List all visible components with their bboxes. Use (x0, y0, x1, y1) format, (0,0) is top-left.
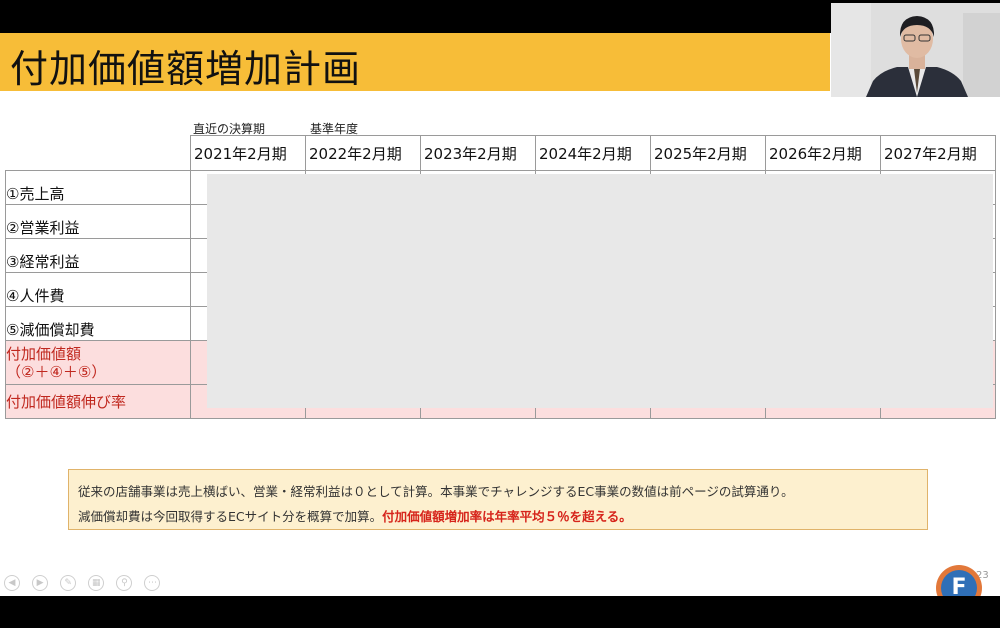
row-label: ②営業利益 (5, 204, 191, 239)
redacted-values-overlay (207, 174, 993, 408)
column-header: 2025年2月期 (650, 135, 766, 171)
slide-title: 付加価値額増加計画 (10, 47, 362, 91)
column-header: 2022年2月期 (305, 135, 421, 171)
column-header: 2027年2月期 (880, 135, 996, 171)
presentation-controls: ◀ ▶ ✎ ▦ ⚲ ⋯ (4, 575, 167, 591)
row-label: ①売上高 (5, 170, 191, 205)
prev-icon[interactable]: ◀ (4, 575, 20, 591)
row-label-line1: 付加価値額 (6, 344, 82, 363)
pen-icon[interactable]: ✎ (60, 575, 77, 591)
table-corner-cell (5, 135, 191, 171)
next-icon[interactable]: ▶ (32, 575, 49, 591)
column-header: 2024年2月期 (535, 135, 651, 171)
row-label: ③経常利益 (5, 238, 191, 273)
note-line-1: 従来の店舗事業は売上横ばい、営業・経常利益は０として計算。本事業でチャレンジする… (78, 484, 794, 499)
presenter-webcam (831, 3, 1000, 97)
row-label: 付加価値額伸び率 (5, 384, 191, 419)
note-line-2: 減価償却費は今回取得するECサイト分を概算で加算。付加価値額増加率は年率平均５％… (78, 506, 632, 525)
more-icon[interactable]: ⋯ (144, 575, 161, 591)
explanation-note-box: 従来の店舗事業は売上横ばい、営業・経常利益は０として計算。本事業でチャレンジする… (68, 469, 928, 530)
zoom-icon[interactable]: ⚲ (116, 575, 133, 591)
column-header: 2023年2月期 (420, 135, 536, 171)
row-label: ⑤減価償却費 (5, 306, 191, 341)
note-line-2-text: 減価償却費は今回取得するECサイト分を概算で加算。 (78, 509, 383, 524)
column-header: 2026年2月期 (765, 135, 881, 171)
row-label: ④人件費 (5, 272, 191, 307)
row-label-line2: （②＋④＋⑤） (6, 362, 107, 381)
presenter-video-frame (831, 3, 1000, 97)
pages-icon[interactable]: ▦ (88, 575, 105, 591)
table-header-row: 2021年2月期 2022年2月期 2023年2月期 2024年2月期 2025… (5, 135, 996, 171)
row-label-value-added: 付加価値額 （②＋④＋⑤） (5, 340, 191, 385)
note-highlight: 付加価値額増加率は年率平均５％を超える。 (382, 509, 632, 524)
column-header: 2021年2月期 (190, 135, 306, 171)
video-bottom-bar (0, 596, 1000, 628)
